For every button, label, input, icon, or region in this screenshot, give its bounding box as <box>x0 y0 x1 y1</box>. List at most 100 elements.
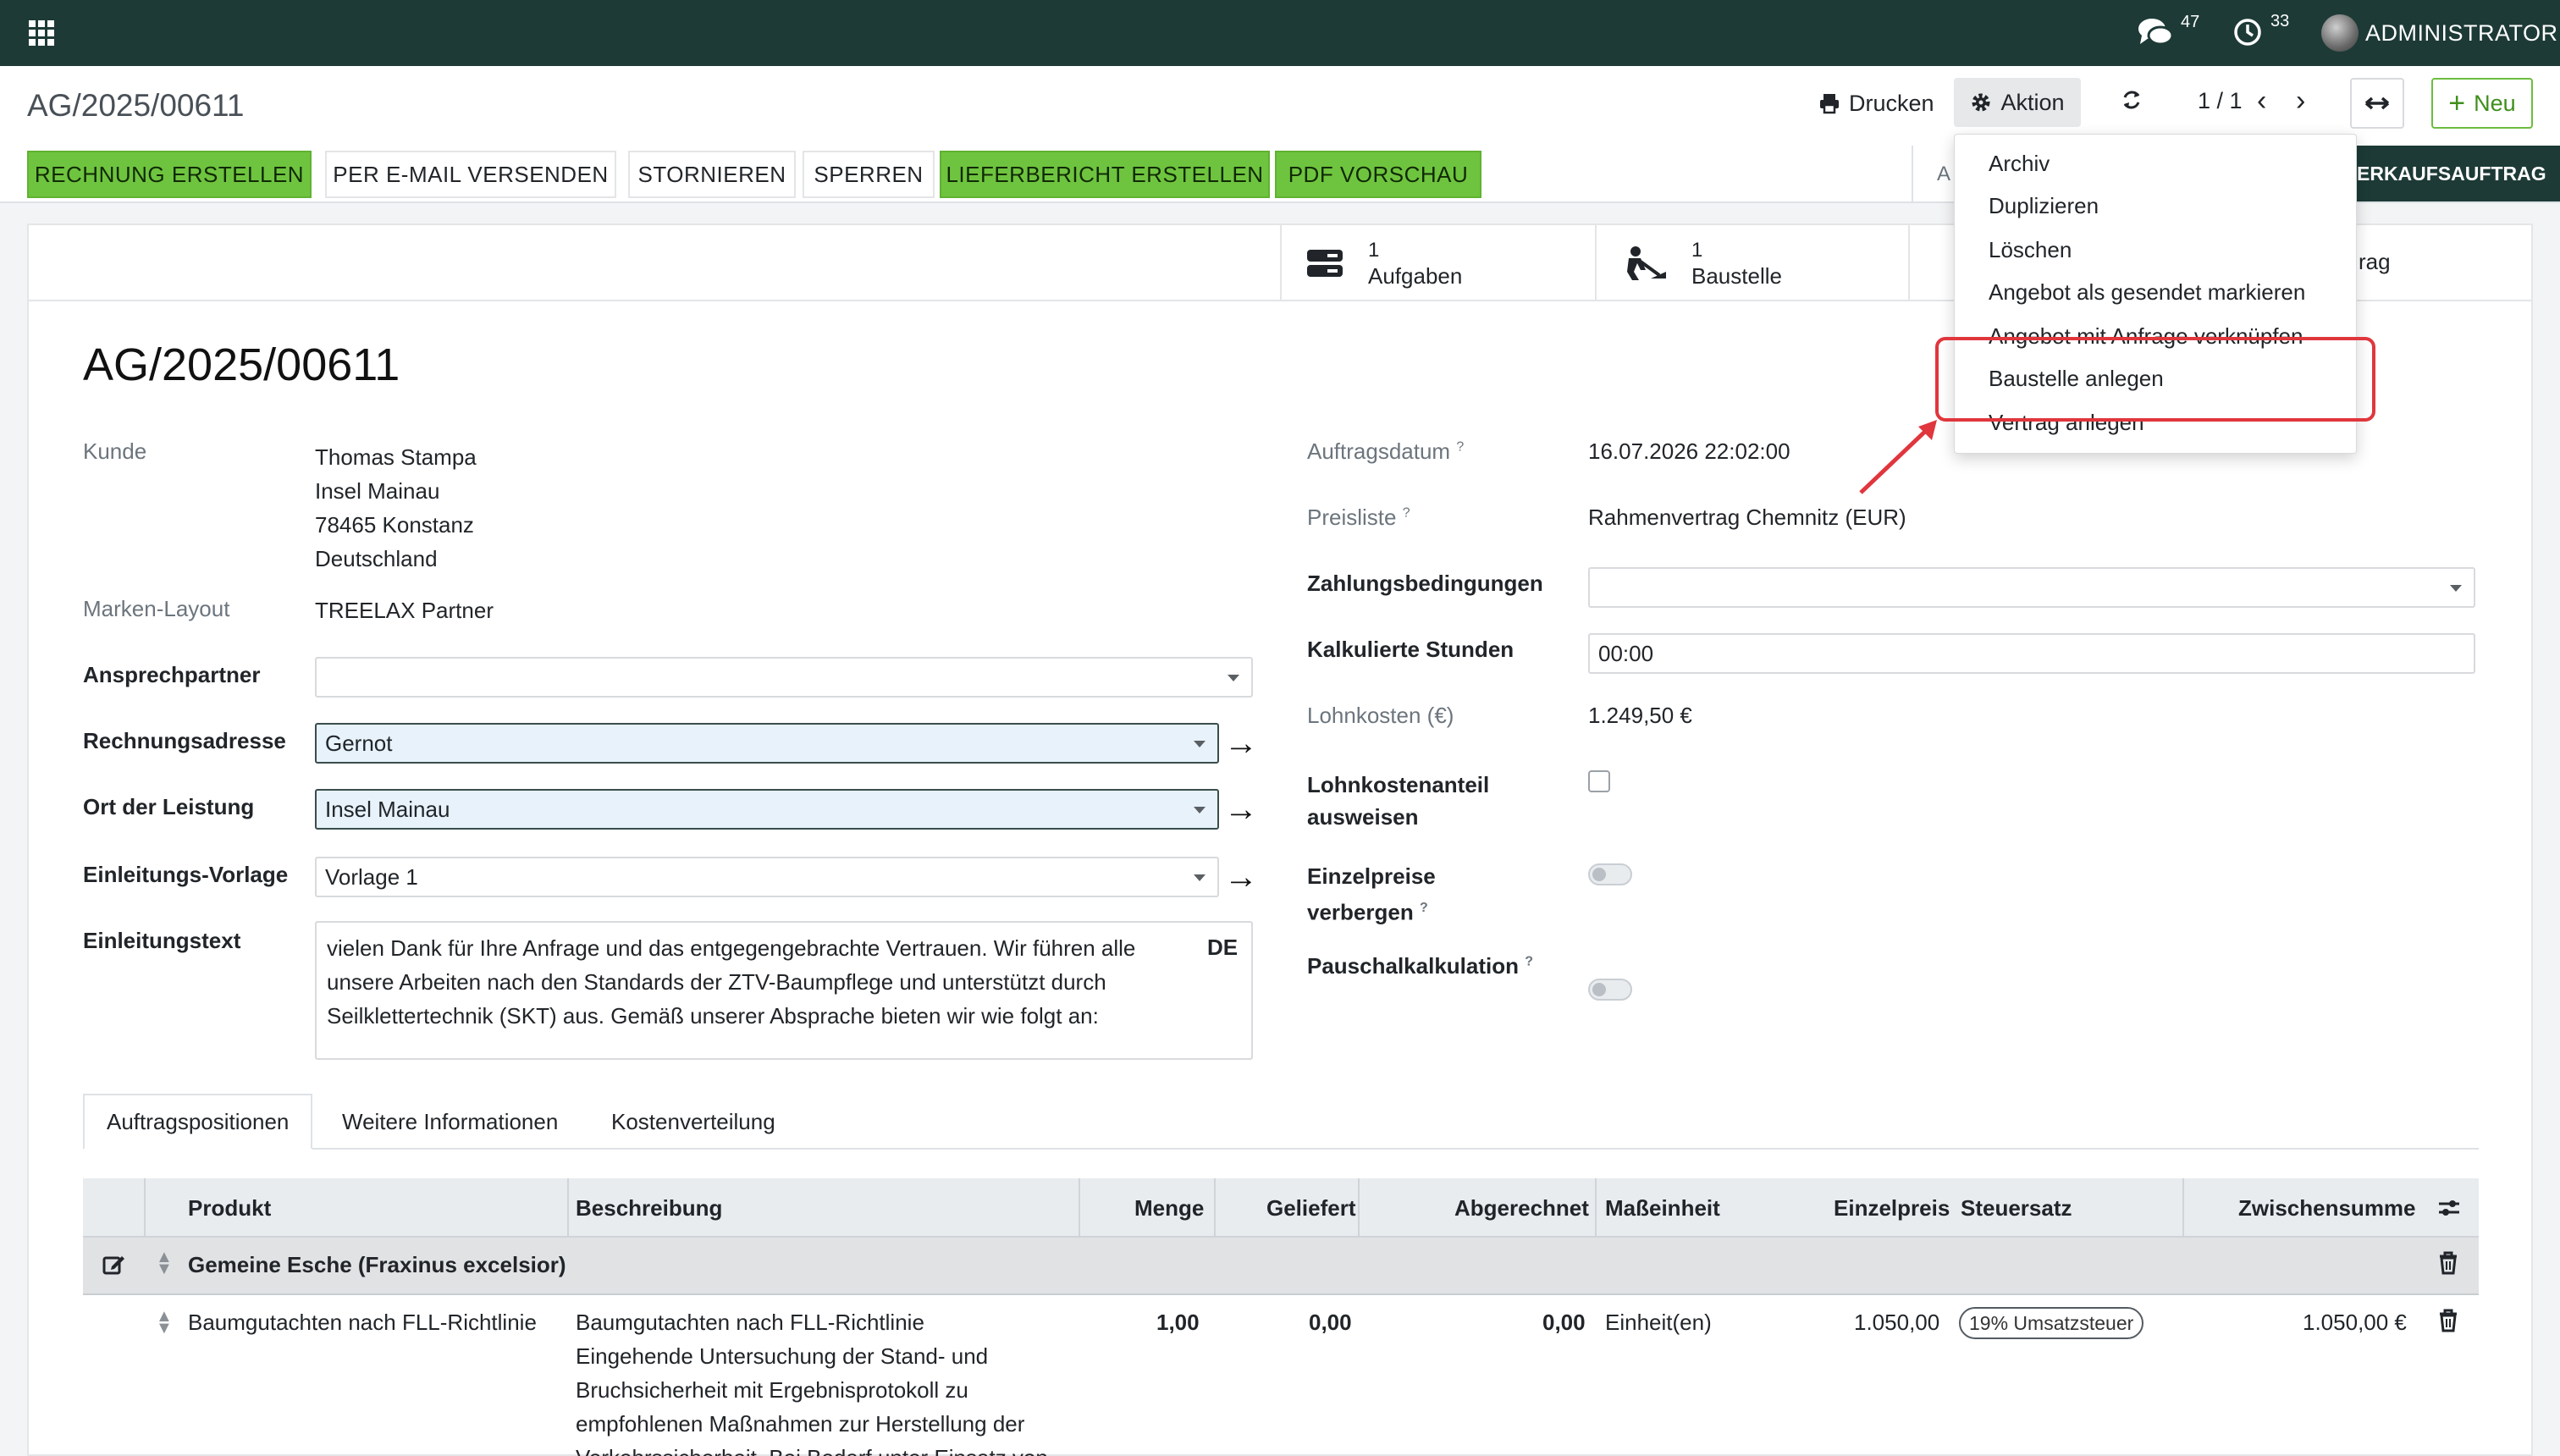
pricelist-label: Preisliste ? <box>1307 505 1410 531</box>
invoice-address-field[interactable]: Gernot <box>315 723 1219 764</box>
payment-terms-label: Zahlungsbedingungen <box>1307 571 1543 596</box>
user-menu[interactable]: ADMINISTRATOR <box>2321 14 2558 52</box>
apps-grid-icon[interactable] <box>29 20 54 46</box>
tasks-count: 1 <box>1368 238 1380 262</box>
pager-next-icon[interactable]: › <box>2296 85 2305 118</box>
order-date-label-text: Auftragsdatum <box>1307 438 1451 464</box>
send-email-button[interactable]: PER E-MAIL VERSENDEN <box>325 151 616 198</box>
line-delivered[interactable]: 0,00 <box>1309 1305 1352 1339</box>
pdf-preview-button[interactable]: PDF VORSCHAU <box>1275 151 1481 198</box>
expand-button[interactable] <box>2350 78 2404 129</box>
column-settings-icon[interactable] <box>2436 1195 2462 1227</box>
activities-count: 33 <box>2270 11 2290 30</box>
order-date-label: Auftragsdatum ? <box>1307 438 1464 465</box>
drag-handle-icon[interactable]: ▲ ▼ <box>156 1249 173 1277</box>
drag-handle-icon[interactable]: ▲ ▼ <box>156 1308 173 1337</box>
menu-item-mark-quote-sent[interactable]: Angebot als gesendet markieren <box>1989 279 2305 306</box>
tab-order-lines[interactable]: Auftragspositionen <box>83 1094 313 1150</box>
line-quantity[interactable]: 1,00 <box>1156 1305 1200 1339</box>
intro-text-line: Seilklettertechnik (SKT) aus. Gemäß unse… <box>327 1003 1099 1029</box>
order-date-value: 16.07.2026 22:02:00 <box>1588 438 1790 464</box>
lump-sum-toggle[interactable] <box>1588 979 1632 1001</box>
hide-unit-prices-label-line: Einzelpreise <box>1307 863 1436 889</box>
create-delivery-report-button[interactable]: LIEFERBERICHT ERSTELLEN <box>940 151 1270 198</box>
action-button[interactable]: Aktion <box>1954 78 2081 127</box>
open-invoice-address-icon[interactable]: → <box>1224 726 1258 760</box>
help-icon[interactable]: ? <box>1403 505 1410 520</box>
lock-button[interactable]: SPERREN <box>803 151 935 198</box>
tab-cost-distribution[interactable]: Kostenverteilung <box>589 1094 797 1150</box>
column-header-quantity[interactable]: Menge <box>1134 1178 1204 1238</box>
line-uom[interactable]: Einheit(en) <box>1605 1305 1712 1339</box>
intro-template-value: Vorlage 1 <box>325 863 418 890</box>
calculated-hours-value: 00:00 <box>1598 640 1654 666</box>
intro-text-label: Einleitungstext <box>83 928 241 953</box>
new-button[interactable]: + Neu <box>2431 78 2533 129</box>
help-icon[interactable]: ? <box>1525 954 1533 968</box>
create-invoice-button[interactable]: RECHNUNG ERSTELLEN <box>27 151 312 198</box>
help-icon[interactable]: ? <box>1456 439 1464 454</box>
trash-icon[interactable] <box>2438 1251 2458 1281</box>
customer-name[interactable]: Thomas Stampa <box>315 440 477 474</box>
record-title: AG/2025/00611 <box>83 339 400 390</box>
menu-item-archive[interactable]: Archiv <box>1989 151 2050 177</box>
column-header-unit-price[interactable]: Einzelpreis <box>1834 1178 1950 1238</box>
stage-sales-order[interactable]: ERKAUFSAUFTRAG <box>2350 146 2560 201</box>
column-header-description[interactable]: Beschreibung <box>576 1178 722 1238</box>
labor-share-checkbox[interactable] <box>1588 770 1610 792</box>
column-header-tax[interactable]: Steuersatz <box>1961 1178 2072 1238</box>
labor-share-label: Lohnkostenanteil ausweisen <box>1307 769 1489 833</box>
column-header-subtotal[interactable]: Zwischensumme <box>2238 1178 2416 1238</box>
edit-icon[interactable] <box>102 1253 125 1282</box>
column-header-invoiced[interactable]: Abgerechnet <box>1454 1178 1589 1238</box>
brand-layout-value: TREELAX Partner <box>315 598 494 623</box>
cancel-order-button[interactable]: STORNIEREN <box>628 151 796 198</box>
trash-icon[interactable] <box>2438 1309 2458 1338</box>
language-badge[interactable]: DE <box>1207 935 1238 961</box>
statusbar-stage-partial[interactable]: A <box>1937 163 1950 186</box>
annotation-arrow-icon <box>1859 420 1937 494</box>
intro-text-area[interactable]: vielen Dank für Ihre Anfrage und das ent… <box>315 921 1253 1060</box>
section-name[interactable]: Gemeine Esche (Fraxinus excelsior) <box>188 1248 566 1282</box>
caret-down-icon <box>1194 807 1206 813</box>
column-header-delivered[interactable]: Geliefert <box>1266 1178 1356 1238</box>
line-description[interactable]: Baumgutachten nach FLL-Richtlinie Eingeh… <box>576 1305 1048 1456</box>
customer-country: Deutschland <box>315 546 438 571</box>
messages-count: 47 <box>2181 12 2200 31</box>
activities-menu[interactable]: 33 <box>2232 11 2290 47</box>
tasks-smart-button[interactable]: 1 Aufgaben <box>1280 225 1595 301</box>
line-invoiced[interactable]: 0,00 <box>1542 1305 1586 1339</box>
messages-menu[interactable]: 47 <box>2137 12 2200 49</box>
column-header-uom[interactable]: Maßeinheit <box>1605 1178 1720 1238</box>
open-intro-template-icon[interactable]: → <box>1224 860 1258 894</box>
line-subtotal[interactable]: 1.050,00 € <box>2303 1305 2407 1339</box>
arrows-horizontal-icon <box>2364 97 2390 110</box>
line-tax-badge[interactable]: 19% Umsatzsteuer <box>1959 1307 2144 1339</box>
contact-person-field[interactable] <box>315 657 1253 698</box>
help-icon[interactable]: ? <box>1420 901 1428 915</box>
customer-address[interactable]: Thomas Stampa Insel Mainau 78465 Konstan… <box>315 440 477 576</box>
pager-value[interactable]: 1 / 1 <box>2198 88 2243 114</box>
menu-item-delete[interactable]: Löschen <box>1989 237 2072 263</box>
intro-template-field[interactable]: Vorlage 1 <box>315 857 1219 897</box>
print-button[interactable]: Drucken <box>1818 85 1934 122</box>
refresh-button[interactable] <box>2120 88 2143 112</box>
column-separator <box>144 1178 146 1238</box>
menu-item-duplicate[interactable]: Duplizieren <box>1989 193 2099 219</box>
hide-unit-prices-toggle[interactable] <box>1588 863 1632 885</box>
pager-prev-icon[interactable]: ‹ <box>2257 85 2266 118</box>
pricelist-value: Rahmenvertrag Chemnitz (EUR) <box>1588 505 1906 530</box>
line-product[interactable]: Baumgutachten nach FLL-Richtlinie <box>188 1305 537 1339</box>
payment-terms-field[interactable] <box>1588 567 2475 608</box>
construction-site-smart-button[interactable]: 1 Baustelle <box>1595 225 1908 301</box>
labor-share-label-line: ausweisen <box>1307 804 1419 830</box>
tab-more-info[interactable]: Weitere Informationen <box>320 1094 580 1150</box>
intro-text-line: vielen Dank für Ihre Anfrage und das ent… <box>327 935 1136 961</box>
line-unit-price[interactable]: 1.050,00 <box>1854 1305 1939 1339</box>
brand-layout-label: Marken-Layout <box>83 596 230 621</box>
open-service-location-icon[interactable]: → <box>1224 792 1258 826</box>
service-location-field[interactable]: Insel Mainau <box>315 789 1219 830</box>
column-header-product[interactable]: Produkt <box>188 1178 271 1238</box>
calculated-hours-field[interactable]: 00:00 <box>1588 633 2475 674</box>
line-description-text: empfohlenen Maßnahmen zur Herstellung de… <box>576 1411 1025 1437</box>
